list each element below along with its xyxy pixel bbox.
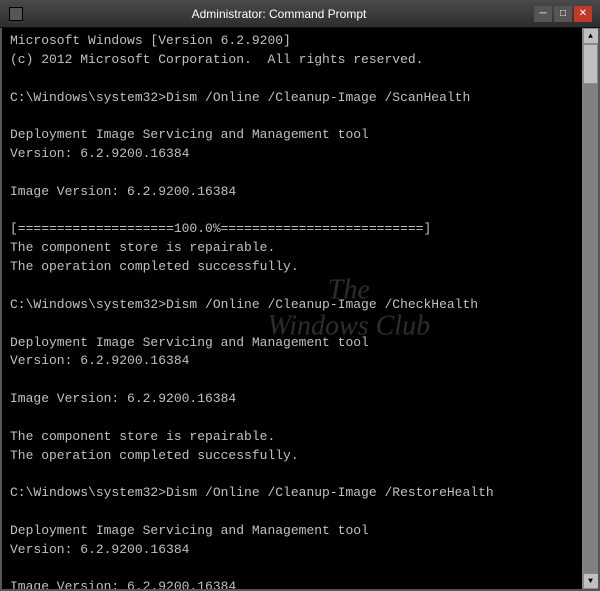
scroll-up-button[interactable]: ▲ bbox=[583, 28, 599, 44]
close-button[interactable]: ✕ bbox=[574, 6, 592, 22]
scrollbar[interactable]: ▲ ▼ bbox=[582, 28, 598, 589]
title-bar: Administrator: Command Prompt ─ □ ✕ bbox=[0, 0, 600, 28]
minimize-button[interactable]: ─ bbox=[534, 6, 552, 22]
app-icon bbox=[8, 6, 24, 22]
terminal-output[interactable]: Microsoft Windows [Version 6.2.9200](c) … bbox=[2, 28, 598, 589]
window-controls: ─ □ ✕ bbox=[534, 6, 592, 22]
maximize-button[interactable]: □ bbox=[554, 6, 572, 22]
scroll-down-button[interactable]: ▼ bbox=[583, 573, 599, 589]
cmd-window: Microsoft Windows [Version 6.2.9200](c) … bbox=[0, 28, 600, 591]
window-title: Administrator: Command Prompt bbox=[24, 7, 534, 21]
scrollbar-track[interactable] bbox=[583, 44, 598, 573]
scrollbar-thumb[interactable] bbox=[583, 44, 598, 84]
